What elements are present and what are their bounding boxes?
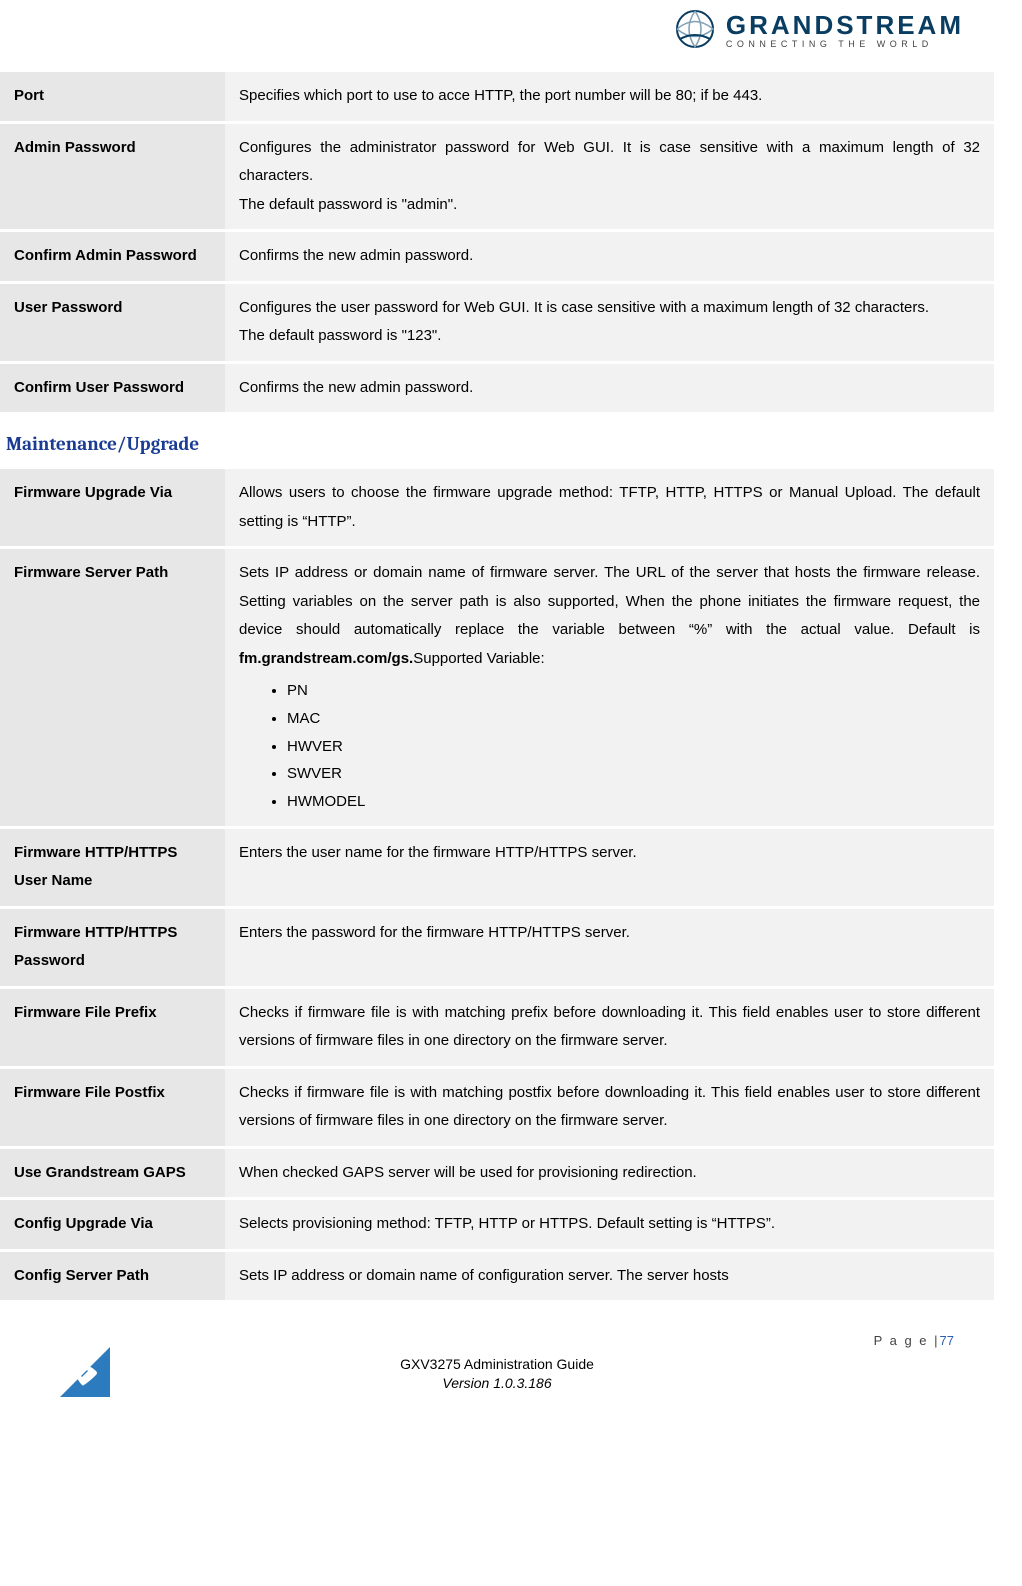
row-desc: Enters the password for the firmware HTT… [225, 907, 994, 987]
brand-logo: GRANDSTREAM CONNECTING THE WORLD [672, 6, 964, 52]
table-row: Firmware File PostfixChecks if firmware … [0, 1067, 994, 1147]
table-row: Admin PasswordConfigures the administrat… [0, 122, 994, 231]
list-item: HWVER [287, 733, 980, 761]
brand-name: GRANDSTREAM [726, 10, 964, 41]
row-desc: Enters the user name for the firmware HT… [225, 827, 994, 907]
row-desc: Selects provisioning method: TFTP, HTTP … [225, 1199, 994, 1251]
config-table-1: PortSpecifies which port to use to acce … [0, 72, 994, 415]
row-label: Config Server Path [0, 1250, 225, 1302]
table-row: Config Server PathSets IP address or dom… [0, 1250, 994, 1302]
row-desc: Checks if firmware file is with matching… [225, 1067, 994, 1147]
table-row: Config Upgrade ViaSelects provisioning m… [0, 1199, 994, 1251]
footer-version: Version 1.0.3.186 [0, 1375, 994, 1391]
row-label: User Password [0, 282, 225, 362]
row-label: Config Upgrade Via [0, 1199, 225, 1251]
row-desc: Sets IP address or domain name of firmwa… [225, 548, 994, 828]
footer-phone-icon [60, 1347, 110, 1401]
table-row: User PasswordConfigures the user passwor… [0, 282, 994, 362]
row-desc: Checks if firmware file is with matching… [225, 987, 994, 1067]
brand-tagline: CONNECTING THE WORLD [726, 39, 964, 49]
row-label: Firmware HTTP/HTTPS Password [0, 907, 225, 987]
list-item: HWMODEL [287, 788, 980, 816]
config-table-2: Firmware Upgrade ViaAllows users to choo… [0, 469, 994, 1303]
table-row: Confirm Admin PasswordConfirms the new a… [0, 231, 994, 283]
row-desc: Sets IP address or domain name of config… [225, 1250, 994, 1302]
row-desc: Configures the administrator password fo… [225, 122, 994, 231]
table-row: Firmware Upgrade ViaAllows users to choo… [0, 469, 994, 548]
section-heading: Maintenance/Upgrade [6, 433, 994, 455]
table-row: Firmware HTTP/HTTPS PasswordEnters the p… [0, 907, 994, 987]
page-header: GRANDSTREAM CONNECTING THE WORLD [0, 0, 994, 72]
row-label: Firmware Upgrade Via [0, 469, 225, 548]
row-desc: Configures the user password for Web GUI… [225, 282, 994, 362]
row-label: Firmware File Prefix [0, 987, 225, 1067]
globe-icon [672, 6, 718, 52]
row-desc: Confirms the new admin password. [225, 231, 994, 283]
table-row: Use Grandstream GAPSWhen checked GAPS se… [0, 1147, 994, 1199]
row-desc: Allows users to choose the firmware upgr… [225, 469, 994, 548]
list-item: MAC [287, 705, 980, 733]
row-desc: When checked GAPS server will be used fo… [225, 1147, 994, 1199]
row-label: Port [0, 72, 225, 122]
table-row: Firmware HTTP/HTTPS User NameEnters the … [0, 827, 994, 907]
list-item: PN [287, 677, 980, 705]
row-label: Firmware HTTP/HTTPS User Name [0, 827, 225, 907]
list-item: SWVER [287, 760, 980, 788]
row-desc: Confirms the new admin password. [225, 362, 994, 414]
row-label: Use Grandstream GAPS [0, 1147, 225, 1199]
table-row: Firmware Server PathSets IP address or d… [0, 548, 994, 828]
page-label: P a g e | [874, 1333, 940, 1348]
row-label: Confirm Admin Password [0, 231, 225, 283]
table-row: Confirm User PasswordConfirms the new ad… [0, 362, 994, 414]
row-label: Confirm User Password [0, 362, 225, 414]
row-label: Admin Password [0, 122, 225, 231]
table-row: PortSpecifies which port to use to acce … [0, 72, 994, 122]
row-label: Firmware Server Path [0, 548, 225, 828]
table-row: Firmware File PrefixChecks if firmware f… [0, 987, 994, 1067]
page-number: P a g e |77 [0, 1333, 994, 1348]
page-num-value: 77 [940, 1333, 954, 1348]
row-label: Firmware File Postfix [0, 1067, 225, 1147]
row-desc: Specifies which port to use to acce HTTP… [225, 72, 994, 122]
footer-title: GXV3275 Administration Guide [0, 1354, 994, 1375]
page-footer: P a g e |77 GXV3275 Administration Guide… [0, 1333, 994, 1391]
